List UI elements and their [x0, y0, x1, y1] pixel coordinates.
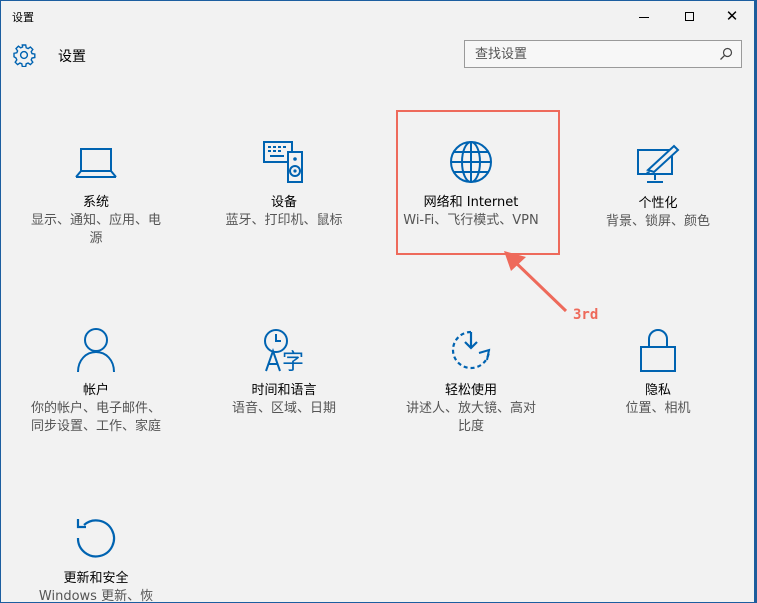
close-icon: ✕ — [725, 6, 739, 25]
title-bar[interactable]: 设置 ✕ — [1, 1, 754, 31]
maximize-button[interactable] — [666, 1, 712, 31]
tile-privacy[interactable]: 隐私 位置、相机 — [578, 327, 738, 418]
annotation-label: 3rd — [573, 307, 599, 323]
tile-accounts[interactable]: 帐户 你的帐户、电子邮件、 同步设置、工作、家庭 — [16, 327, 176, 436]
tile-network[interactable]: 网络和 Internet Wi-Fi、飞行模式、VPN — [391, 139, 551, 230]
close-button[interactable]: ✕ — [709, 1, 754, 31]
tile-label: 个性化 — [638, 196, 678, 211]
tile-description: Wi-Fi、飞行模式、VPN — [403, 213, 539, 228]
tile-devices[interactable]: 设备 蓝牙、打印机、鼠标 — [204, 139, 364, 230]
globe-icon — [450, 141, 492, 183]
maximize-icon — [684, 11, 694, 21]
tile-system[interactable]: 系统 显示、通知、应用、电源 — [16, 145, 176, 248]
search-box[interactable] — [464, 40, 742, 68]
search-icon[interactable] — [711, 47, 741, 61]
ease-of-access-icon — [451, 330, 491, 370]
tile-description: 显示、通知、应用、电源 — [30, 213, 161, 246]
tile-time-language[interactable]: 字 时间和语言 语音、区域、日期 — [204, 327, 364, 418]
update-icon — [76, 519, 116, 558]
tile-label: 系统 — [82, 195, 109, 210]
personalization-icon — [637, 144, 680, 183]
tile-description: 语音、区域、日期 — [231, 401, 336, 416]
tile-ease-of-access[interactable]: 轻松使用 讲述人、放大镜、高对 比度 — [391, 327, 551, 436]
tile-description: 背景、锁屏、颜色 — [605, 214, 710, 229]
gear-icon — [13, 44, 36, 67]
page-title: 设置 — [58, 49, 86, 65]
tile-label: 网络和 Internet — [423, 195, 519, 210]
tile-label: 隐私 — [644, 383, 671, 398]
window-title: 设置 — [12, 11, 34, 24]
search-input[interactable] — [465, 41, 711, 67]
minimize-icon — [639, 16, 649, 18]
settings-window: 设置 ✕ 设置 系统 显示、通知、应用、电源 — [0, 0, 755, 603]
tile-label: 轻松使用 — [444, 383, 497, 398]
tile-description: Windows 更新、恢 — [38, 589, 154, 603]
annotation-arrow — [504, 251, 568, 313]
tile-description: 讲述人、放大镜、高对 比度 — [405, 401, 536, 434]
laptop-icon — [75, 148, 117, 178]
tile-label: 更新和安全 — [63, 571, 129, 586]
time-language-icon: 字 — [264, 329, 304, 373]
devices-icon — [263, 141, 303, 183]
tile-label: 设备 — [270, 195, 297, 210]
tile-update-security[interactable]: 更新和安全 Windows 更新、恢 — [16, 515, 176, 603]
svg-text:字: 字 — [282, 350, 304, 373]
tile-description: 你的帐户、电子邮件、 同步设置、工作、家庭 — [30, 401, 161, 434]
tile-description: 蓝牙、打印机、鼠标 — [225, 213, 343, 228]
minimize-button[interactable] — [621, 1, 667, 31]
tile-personalization[interactable]: 个性化 背景、锁屏、颜色 — [578, 142, 738, 231]
person-icon — [77, 328, 115, 373]
lock-icon — [640, 329, 676, 372]
tile-label: 时间和语言 — [251, 383, 317, 398]
tile-label: 帐户 — [82, 383, 109, 398]
tile-description: 位置、相机 — [625, 401, 691, 416]
